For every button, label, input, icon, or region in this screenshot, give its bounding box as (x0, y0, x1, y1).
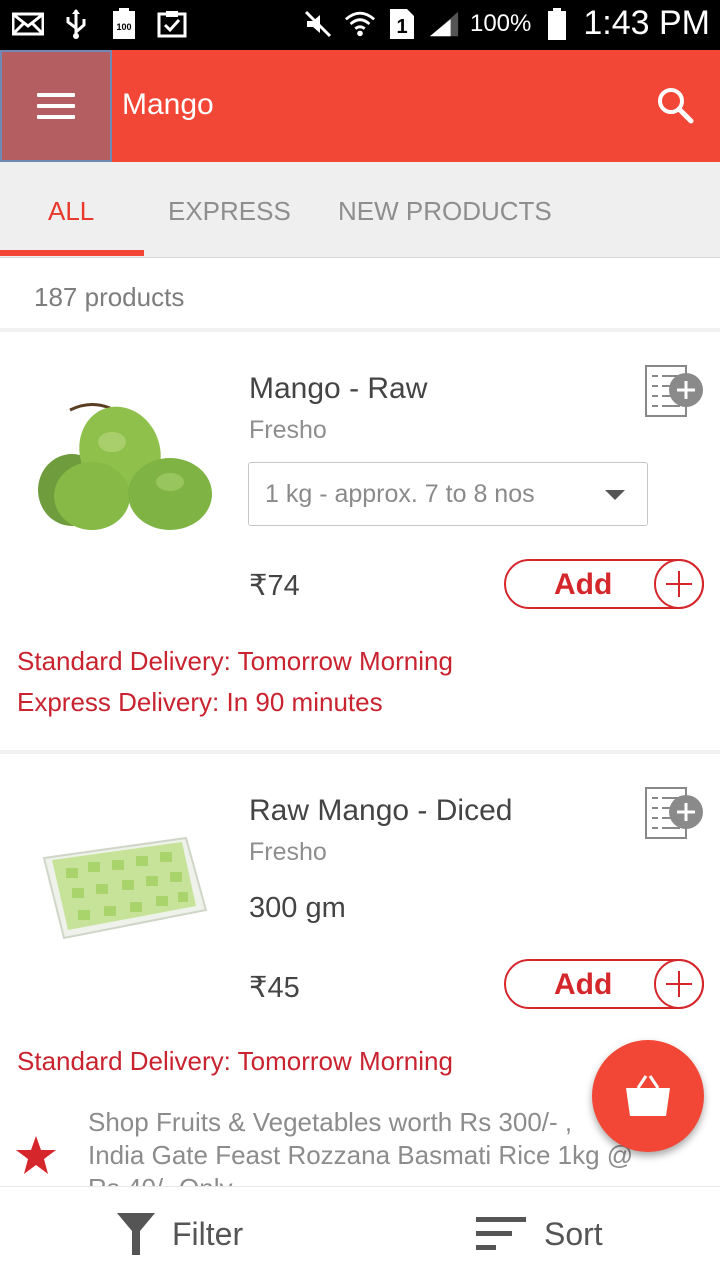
mute-icon (302, 8, 334, 40)
status-bar: 100 1 100% 1:43 PM (0, 0, 720, 50)
add-to-cart-button[interactable]: Add (504, 959, 704, 1009)
product-price: ₹45 (249, 972, 300, 1004)
menu-button[interactable] (0, 50, 112, 162)
standard-delivery-text: Standard Delivery: Tomorrow Morning (17, 1046, 453, 1076)
pack-size-dropdown[interactable]: 1 kg - approx. 7 to 8 nos (248, 462, 648, 526)
add-to-list-icon[interactable] (642, 364, 706, 420)
add-label: Add (554, 568, 613, 601)
add-label: Add (554, 968, 613, 1001)
active-tab-indicator (0, 250, 144, 256)
wifi-icon (344, 8, 376, 40)
tab-all[interactable]: ALL (48, 196, 94, 227)
product-name[interactable]: Mango - Raw (249, 372, 427, 406)
product-count: 187 products (34, 282, 185, 312)
product-card[interactable]: Raw Mango - Diced Fresho 300 gm ₹45 Add … (0, 754, 720, 1086)
clock: 1:43 PM (583, 4, 710, 42)
chevron-down-icon (605, 490, 625, 500)
app-toolbar: Mango (0, 50, 720, 162)
product-card[interactable]: Mango - Raw Fresho 1 kg - approx. 7 to 8… (0, 332, 720, 750)
svg-text:1: 1 (396, 16, 407, 38)
cart-fab-button[interactable] (592, 1040, 704, 1152)
battery-chip-icon: 100 (108, 8, 140, 40)
offer-line: India Gate Feast Rozzana Basmati Rice 1k… (88, 1140, 634, 1170)
clipboard-check-icon (156, 8, 188, 40)
sort-icon (476, 1217, 526, 1250)
signal-icon (428, 8, 460, 40)
filter-button[interactable]: Filter (116, 1187, 243, 1280)
pack-size-value: 1 kg - approx. 7 to 8 nos (265, 479, 535, 508)
add-to-list-icon[interactable] (642, 786, 706, 842)
page-title: Mango (122, 88, 214, 121)
pack-size-text: 300 gm (249, 892, 346, 924)
express-delivery-text: Express Delivery: In 90 minutes (17, 687, 383, 717)
product-price: ₹74 (249, 570, 300, 602)
standard-delivery-text: Standard Delivery: Tomorrow Morning (17, 646, 453, 676)
basket-icon (626, 1075, 670, 1116)
battery-percent: 100% (469, 9, 532, 37)
sort-button[interactable]: Sort (476, 1187, 603, 1280)
sort-label: Sort (544, 1215, 603, 1252)
system-icons: 1 100% 1:43 PM (302, 4, 710, 43)
product-brand: Fresho (249, 838, 327, 866)
add-to-cart-button[interactable]: Add (504, 559, 704, 609)
usb-icon (60, 8, 92, 40)
battery-icon (541, 7, 573, 40)
product-name[interactable]: Raw Mango - Diced (249, 794, 512, 828)
plus-icon (654, 559, 704, 609)
raw-mango-image[interactable] (30, 392, 216, 532)
star-icon (16, 1136, 56, 1174)
tab-bar: ALL EXPRESS NEW PRODUCTS (0, 162, 720, 258)
tab-new-products[interactable]: NEW PRODUCTS (338, 196, 552, 227)
bottom-action-bar: Filter Sort (0, 1186, 720, 1280)
search-button[interactable] (650, 80, 700, 130)
sim-icon: 1 (386, 8, 418, 40)
search-icon (658, 88, 694, 124)
tab-express[interactable]: EXPRESS (168, 196, 291, 227)
filter-icon (117, 1213, 155, 1255)
product-brand: Fresho (249, 416, 327, 444)
notification-icons: 100 (12, 8, 188, 40)
plus-icon (654, 959, 704, 1009)
diced-mango-image[interactable] (36, 814, 210, 946)
svg-text:100: 100 (116, 22, 131, 32)
filter-label: Filter (172, 1215, 244, 1252)
hamburger-menu-icon (37, 93, 75, 119)
mail-icon (12, 8, 44, 40)
